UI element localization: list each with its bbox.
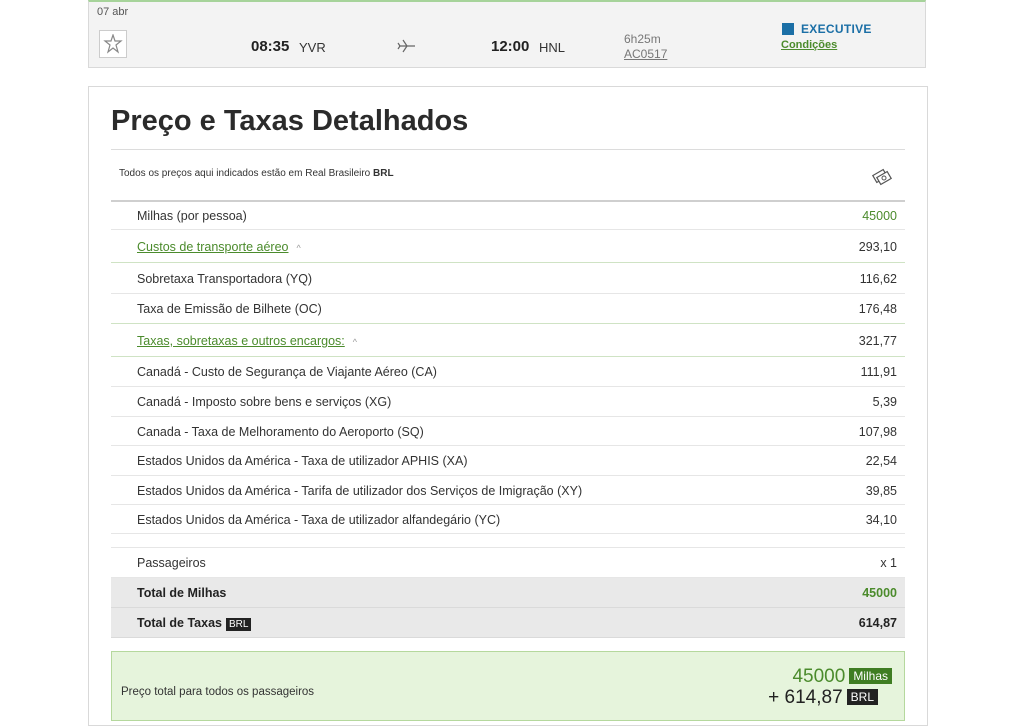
row-value: 39,85 <box>865 484 897 498</box>
currency-note-text: Todos os preços aqui indicados estão em … <box>119 168 371 179</box>
cabin-class: EXECUTIVE <box>801 22 872 36</box>
table-row: Custos de transporte aéreo ^ 293,10 <box>111 230 905 263</box>
row-value: 321,77 <box>858 334 897 348</box>
arrival-airport: HNL <box>539 40 566 55</box>
total-taxes-value: 614,87 <box>858 616 897 630</box>
departure-airport: YVR <box>299 40 326 55</box>
grand-total-box: Preço total para todos os passageiros 45… <box>111 651 905 721</box>
price-breakdown-table: Milhas (por pessoa) 45000 Custos de tran… <box>111 201 905 638</box>
row-value: 111,91 <box>860 365 897 379</box>
row-label: Canadá - Imposto sobre bens e serviços (… <box>137 395 392 409</box>
row-label: Milhas (por pessoa) <box>137 209 247 223</box>
arrival-time: 12:00 <box>491 38 530 55</box>
grand-total-miles: 45000 Milhas <box>792 666 892 688</box>
row-value: 34,10 <box>865 513 897 527</box>
air-transport-costs-toggle[interactable]: Custos de transporte aéreo ^ <box>137 240 301 254</box>
cabin-class-icon <box>782 23 794 35</box>
table-row: Milhas (por pessoa) 45000 <box>111 201 905 230</box>
row-label: Canadá - Custo de Segurança de Viajante … <box>137 365 437 379</box>
miles-badge: Milhas <box>849 668 892 684</box>
total-miles-label: Total de Milhas <box>137 586 227 600</box>
passengers-count: x 1 <box>880 556 897 570</box>
passengers-label: Passageiros <box>137 556 206 570</box>
table-row: Estados Unidos da América - Taxa de util… <box>111 446 905 476</box>
row-value: 5,39 <box>872 395 897 409</box>
table-row: Taxas, sobretaxas e outros encargos: ^ 32… <box>111 324 905 357</box>
row-value: 176,48 <box>858 302 897 316</box>
row-label: Estados Unidos da América - Taxa de util… <box>137 513 501 527</box>
departure-time: 08:35 <box>251 38 290 55</box>
row-value: 293,10 <box>858 240 897 254</box>
row-value: 107,98 <box>858 425 897 439</box>
price-details-panel: Preço e Taxas Detalhados Todos os preços… <box>88 86 928 726</box>
chevron-up-icon[interactable]: ^ <box>353 337 357 347</box>
row-label: Estados Unidos da América - Taxa de util… <box>137 454 468 468</box>
table-row: Canadá - Custo de Segurança de Viajante … <box>111 357 905 387</box>
conditions-link[interactable]: Condições <box>781 39 837 51</box>
total-miles-row: Total de Milhas 45000 <box>111 578 905 608</box>
total-taxes-row: Total de Taxas BRL 614,87 <box>111 608 905 638</box>
grand-total-money: + 614,87 BRL <box>768 687 878 709</box>
row-label[interactable]: Taxas, sobretaxas e outros encargos: <box>137 334 345 348</box>
table-row: Canada - Taxa de Melhoramento do Aeropor… <box>111 417 905 446</box>
taxes-surcharges-toggle[interactable]: Taxas, sobretaxas e outros encargos: ^ <box>137 334 357 348</box>
airline-logo-icon <box>99 30 127 58</box>
table-row: Estados Unidos da América - Taxa de util… <box>111 505 905 534</box>
row-label: Estados Unidos da América - Tarifa de ut… <box>137 484 583 498</box>
flight-number-link[interactable]: AC0517 <box>624 47 667 61</box>
table-row: Taxa de Emissão de Bilhete (OC) 176,48 <box>111 294 905 324</box>
total-taxes-label: Total de Taxas BRL <box>137 616 252 631</box>
currency-note: Todos os preços aqui indicados estão em … <box>119 168 394 179</box>
passengers-row: Passageiros x 1 <box>111 548 905 578</box>
airplane-icon <box>397 38 417 59</box>
flight-date: 07 abr <box>97 6 129 18</box>
table-row: Canadá - Imposto sobre bens e serviços (… <box>111 387 905 417</box>
total-taxes-text: Total de Taxas <box>137 616 222 630</box>
row-label[interactable]: Custos de transporte aéreo <box>137 240 288 254</box>
row-value: 116,62 <box>859 272 897 286</box>
grand-total-money-value: + 614,87 <box>768 687 843 708</box>
table-row: Sobretaxa Transportadora (YQ) 116,62 <box>111 263 905 294</box>
grand-total-miles-value: 45000 <box>792 666 846 687</box>
currency-badge: BRL <box>846 689 878 705</box>
row-label: Sobretaxa Transportadora (YQ) <box>137 272 313 286</box>
page-title: Preço e Taxas Detalhados <box>111 105 469 137</box>
row-value: 45000 <box>862 209 897 223</box>
currency-exchange-icon[interactable] <box>871 165 893 192</box>
row-label: Taxa de Emissão de Bilhete (OC) <box>137 302 322 316</box>
divider <box>111 149 905 150</box>
row-label: Canada - Taxa de Melhoramento do Aeropor… <box>137 425 424 439</box>
flight-duration: 6h25m <box>624 32 661 46</box>
chevron-up-icon[interactable]: ^ <box>296 243 300 253</box>
divider <box>111 534 905 548</box>
table-row: Estados Unidos da América - Tarifa de ut… <box>111 476 905 505</box>
total-miles-value: 45000 <box>862 586 897 600</box>
flight-summary-card: 07 abr 08:35 YVR 12:00 HNL 6h25m AC0517 … <box>88 0 926 68</box>
grand-total-label: Preço total para todos os passageiros <box>121 686 315 698</box>
row-value: 22,54 <box>865 454 897 468</box>
currency-badge: BRL <box>225 618 252 631</box>
currency-note-code: BRL <box>373 168 394 179</box>
